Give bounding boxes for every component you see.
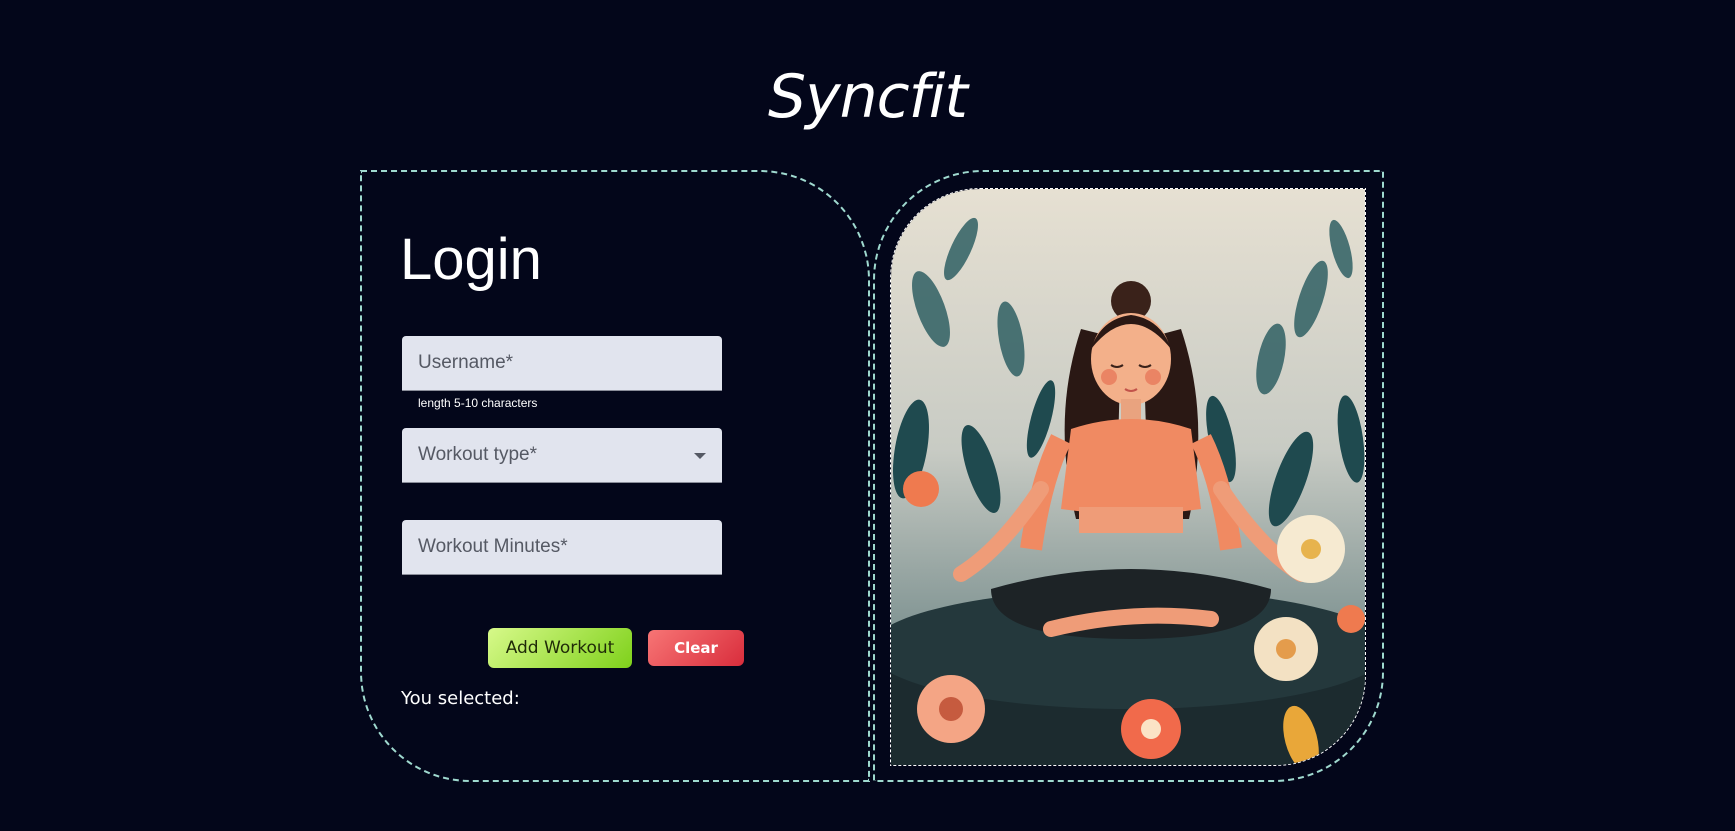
login-title: Login (400, 227, 542, 292)
workout-minutes-field[interactable] (402, 520, 722, 575)
selected-label: You selected: (401, 688, 520, 709)
chevron-down-icon[interactable] (694, 453, 706, 459)
username-hint: length 5-10 characters (418, 396, 538, 410)
workout-type-label: Workout type* (418, 444, 537, 465)
meditation-illustration-art (891, 189, 1365, 765)
workout-type-select[interactable]: Workout type* (402, 428, 722, 483)
workout-minutes-input[interactable] (402, 520, 722, 574)
clear-button[interactable]: Clear (648, 630, 744, 666)
meditation-illustration (890, 188, 1366, 766)
brand-title: Syncfit (768, 62, 968, 132)
username-field[interactable] (402, 336, 722, 391)
username-input[interactable] (402, 336, 722, 390)
add-workout-button[interactable]: Add Workout (488, 628, 632, 668)
